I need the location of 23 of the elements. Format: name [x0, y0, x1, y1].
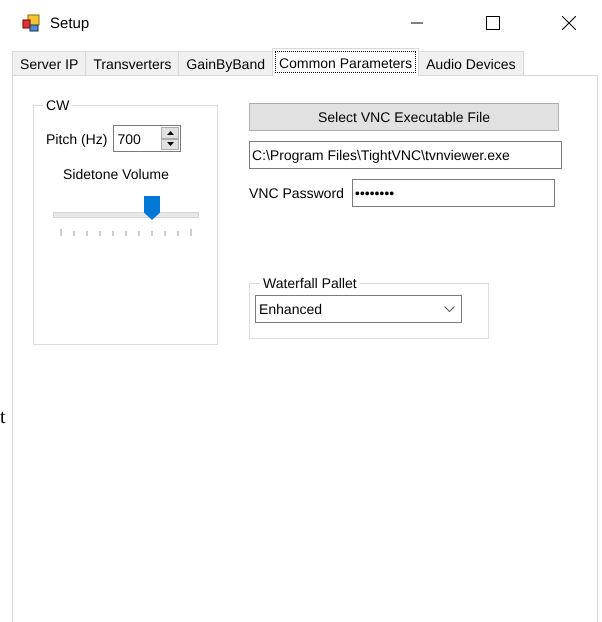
sidetone-label: Sidetone Volume	[63, 166, 169, 182]
close-icon	[562, 16, 576, 30]
window-title: Setup	[50, 14, 90, 32]
password-field[interactable]: ••••••••	[352, 179, 555, 207]
path-field[interactable]: C:\Program Files\TightVNC\tvnviewer.exe	[249, 141, 562, 169]
pitch-label: Pitch (Hz)	[46, 130, 108, 146]
tab[interactable]: Audio Devices	[418, 51, 524, 75]
slider-thumb[interactable]	[144, 196, 160, 220]
maximize-icon	[486, 16, 500, 30]
group-title: Waterfall Pallet	[262, 275, 358, 291]
tab[interactable]: Common Parameters	[272, 48, 420, 76]
tab[interactable]: GainByBand	[178, 51, 274, 75]
volume-slider[interactable]	[53, 196, 199, 222]
pitch-spinner[interactable]: 700	[113, 125, 182, 152]
password-label: VNC Password	[249, 185, 344, 201]
group-title: CW	[45, 97, 70, 113]
select-file-button[interactable]: Select VNC Executable File	[249, 103, 559, 131]
app-icon	[22, 14, 40, 32]
tab[interactable]: Server IP	[12, 51, 86, 75]
background-text: t	[0, 406, 6, 429]
tab[interactable]: Transverters	[85, 51, 180, 75]
chevron-icon	[444, 306, 455, 312]
palette-dropdown[interactable]: Enhanced	[255, 295, 462, 323]
